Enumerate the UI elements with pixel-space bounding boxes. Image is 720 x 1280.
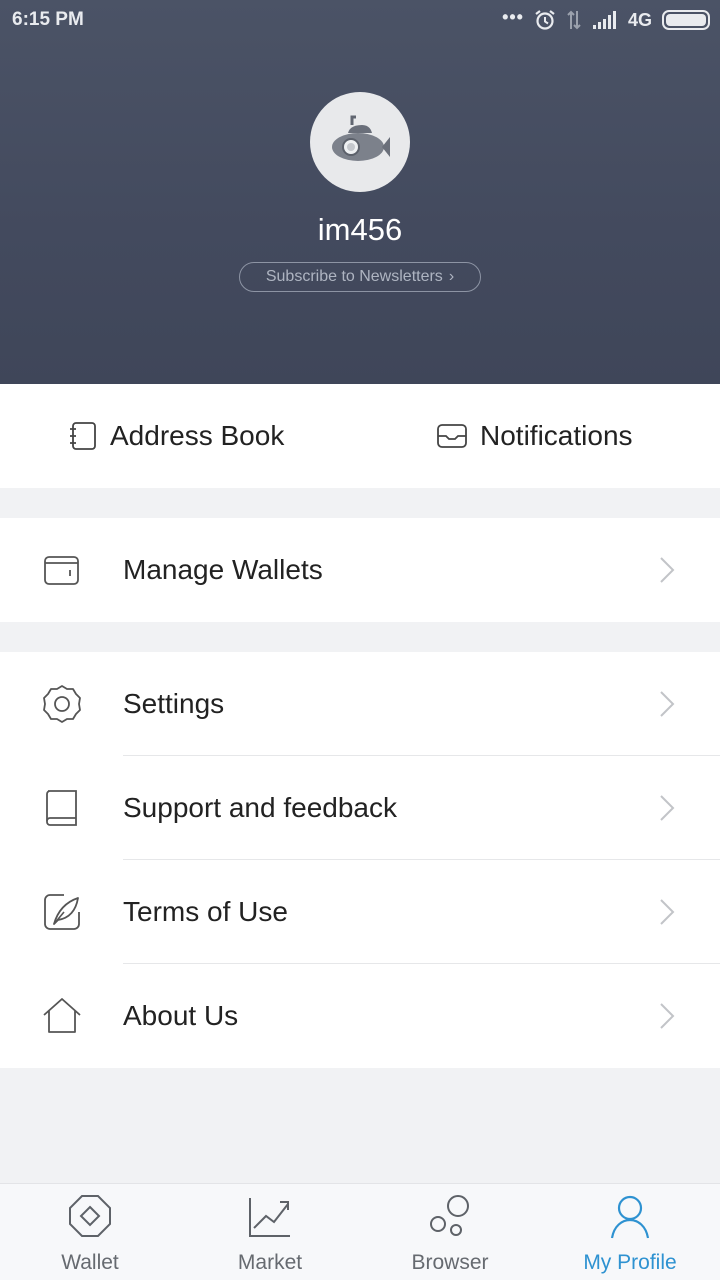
status-bar: 6:15 PM ••• 4G xyxy=(0,0,720,40)
nav-tab-wallet[interactable]: Wallet xyxy=(0,1184,180,1280)
person-icon xyxy=(610,1195,650,1239)
menu-label: Terms of Use xyxy=(123,896,288,927)
settings-group: Settings Support and feedback Terms of U… xyxy=(0,652,720,1068)
profile-header: 6:15 PM ••• 4G im456 Subscribe to Newsle… xyxy=(0,0,720,384)
chevron-right-icon xyxy=(660,795,675,821)
address-book-icon xyxy=(70,422,96,450)
more-dots-icon: ••• xyxy=(502,6,524,27)
menu-item-manage-wallets[interactable]: Manage Wallets xyxy=(0,518,720,622)
signal-icon xyxy=(592,11,616,29)
nav-tab-market[interactable]: Market xyxy=(180,1184,360,1280)
menu-item-terms-of-use[interactable]: Terms of Use xyxy=(0,860,720,964)
wallet-icon xyxy=(44,556,79,585)
alarm-icon xyxy=(535,10,555,30)
menu-item-settings[interactable]: Settings xyxy=(0,652,720,756)
chevron-right-icon xyxy=(660,899,675,925)
address-book-button[interactable]: Address Book xyxy=(68,384,284,488)
chevron-right-icon: › xyxy=(448,268,455,285)
nav-tab-my-profile[interactable]: My Profile xyxy=(540,1184,720,1280)
data-transfer-icon xyxy=(567,10,581,30)
bubbles-icon xyxy=(430,1195,469,1236)
menu-label: Support and feedback xyxy=(123,792,397,823)
subscribe-label: Subscribe to Newsletters xyxy=(265,268,443,285)
nav-tab-browser[interactable]: Browser xyxy=(360,1184,540,1280)
address-book-label: Address Book xyxy=(110,420,285,451)
gear-icon xyxy=(43,685,81,723)
chevron-right-icon xyxy=(660,557,675,583)
menu-item-about-us[interactable]: About Us xyxy=(0,964,720,1068)
battery-icon xyxy=(662,10,710,30)
network-type: 4G xyxy=(627,9,652,30)
bottom-nav: Wallet Market Browser My Profile xyxy=(0,1183,720,1280)
chevron-right-icon xyxy=(660,1003,675,1029)
nav-label: Wallet xyxy=(61,1251,119,1274)
notifications-label: Notifications xyxy=(480,420,633,451)
octagon-diamond-icon xyxy=(69,1195,111,1237)
quick-actions-bar: Address Book Notifications xyxy=(0,384,720,488)
status-icons: ••• 4G xyxy=(502,7,710,33)
menu-label: Settings xyxy=(123,688,225,719)
submarine-icon xyxy=(332,115,390,161)
avatar[interactable] xyxy=(310,92,410,192)
feather-icon xyxy=(44,894,80,930)
menu-label: Manage Wallets xyxy=(123,554,323,585)
inbox-icon xyxy=(437,424,467,448)
wallets-group: Manage Wallets xyxy=(0,518,720,622)
home-icon xyxy=(43,998,81,1033)
notifications-button[interactable]: Notifications xyxy=(436,384,633,488)
chart-trend-icon xyxy=(249,1198,290,1237)
chevron-right-icon xyxy=(660,691,675,717)
nav-label: My Profile xyxy=(583,1251,677,1274)
username: im456 xyxy=(317,212,403,247)
nav-label: Browser xyxy=(411,1251,489,1274)
status-time: 6:15 PM xyxy=(12,9,84,30)
menu-item-support-feedback[interactable]: Support and feedback xyxy=(0,756,720,860)
nav-label: Market xyxy=(237,1251,303,1274)
menu-label: About Us xyxy=(123,1000,239,1031)
subscribe-newsletters-button[interactable]: Subscribe to Newsletters › xyxy=(239,262,481,292)
book-icon xyxy=(46,790,77,826)
